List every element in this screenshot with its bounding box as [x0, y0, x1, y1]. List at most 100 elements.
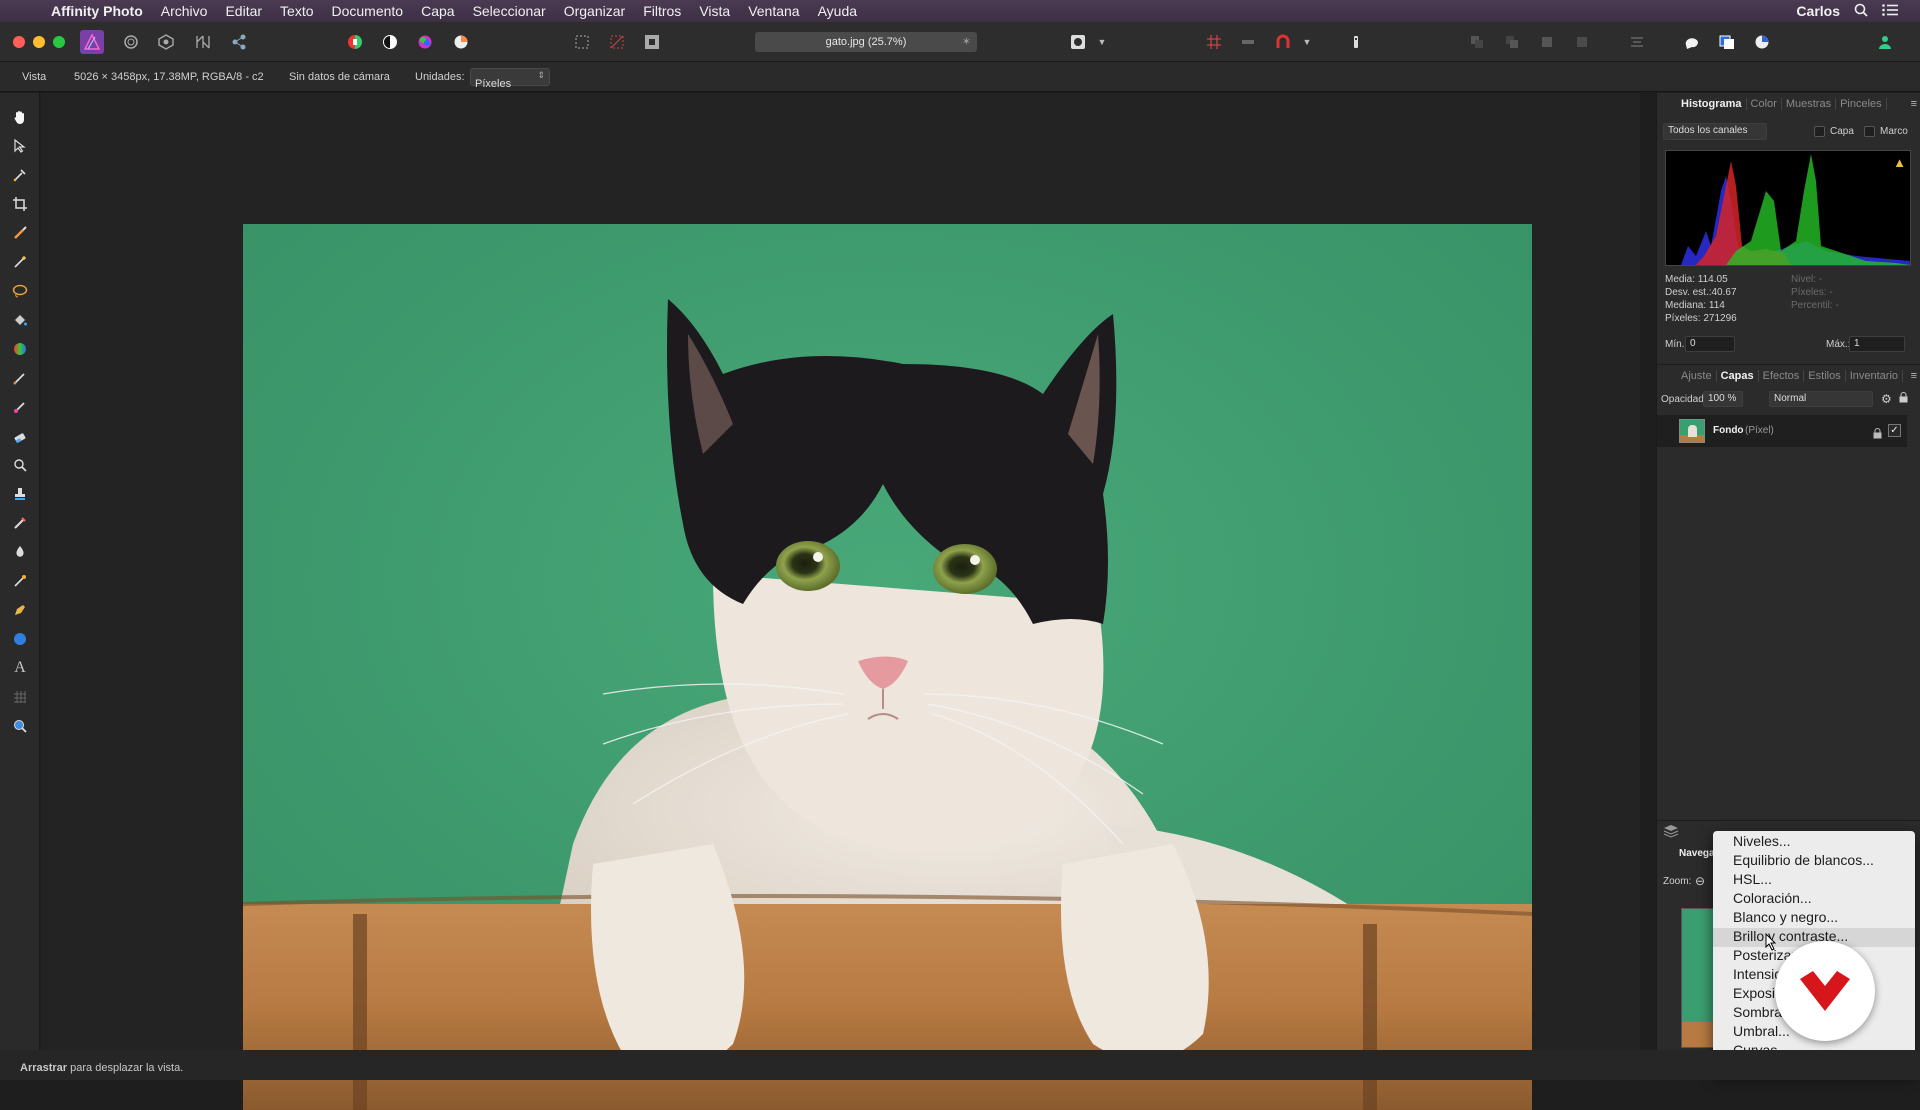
tab-capas[interactable]: Capas: [1717, 369, 1759, 382]
magnet-snapping-icon[interactable]: [1272, 31, 1294, 53]
close-window-button[interactable]: [13, 36, 25, 48]
minimize-window-button[interactable]: [33, 36, 45, 48]
arrange-backward-icon[interactable]: [1501, 31, 1523, 53]
paint-brush-tool-icon[interactable]: [9, 367, 31, 389]
menu-texto[interactable]: Texto: [271, 3, 322, 19]
gradient-tool-icon[interactable]: [9, 338, 31, 360]
capa-checkbox[interactable]: [1814, 126, 1825, 137]
auto-colors-icon[interactable]: [414, 31, 436, 53]
quick-mask-dropdown-icon[interactable]: ▼: [1095, 31, 1109, 53]
arrange-forward-icon[interactable]: [1536, 31, 1558, 53]
menu-item-niveles[interactable]: Niveles...: [1713, 833, 1915, 852]
tab-color[interactable]: Color: [1747, 98, 1782, 110]
tab-inventario[interactable]: Inventario: [1846, 369, 1904, 382]
units-select[interactable]: Píxeles ⇕: [470, 68, 550, 90]
tab-histograma[interactable]: Histograma: [1677, 98, 1747, 110]
opacity-input[interactable]: 100 %: [1703, 391, 1743, 407]
user-name[interactable]: Carlos: [1796, 3, 1840, 19]
assistant-icon[interactable]: [1345, 31, 1367, 53]
marco-checkbox[interactable]: [1864, 126, 1875, 137]
menu-vista[interactable]: Vista: [690, 3, 739, 19]
max-input[interactable]: 1: [1849, 336, 1905, 352]
canvas-area[interactable]: [41, 93, 1640, 1110]
menu-documento[interactable]: Documento: [323, 3, 413, 19]
tab-ajuste[interactable]: Ajuste: [1677, 369, 1717, 382]
layers-stack-icon[interactable]: [1663, 824, 1679, 843]
fill-tool-icon[interactable]: [9, 309, 31, 331]
auto-levels-icon[interactable]: [344, 31, 366, 53]
mesh-warp-tool-icon[interactable]: [9, 686, 31, 708]
smudge-brush-tool-icon[interactable]: [9, 570, 31, 592]
liquify-persona-icon[interactable]: [120, 31, 142, 53]
layer-visibility-checkbox[interactable]: ✓: [1888, 424, 1901, 437]
min-input[interactable]: 0: [1685, 336, 1735, 352]
healing-brush-tool-icon[interactable]: [9, 512, 31, 534]
app-menu[interactable]: Affinity Photo: [42, 3, 152, 19]
spotlight-search-icon[interactable]: [1854, 3, 1868, 20]
notification-center-icon[interactable]: [1882, 3, 1898, 19]
menu-item-equilibrio-blancos[interactable]: Equilibrio de blancos...: [1713, 852, 1915, 871]
layer-lock-icon[interactable]: [1873, 426, 1882, 444]
menu-archivo[interactable]: Archivo: [152, 3, 217, 19]
menu-filtros[interactable]: Filtros: [634, 3, 690, 19]
personas-studio-icon[interactable]: [1681, 31, 1703, 53]
menu-item-hsl[interactable]: HSL...: [1713, 871, 1915, 890]
text-tool-icon[interactable]: A: [9, 657, 31, 679]
close-document-icon[interactable]: ✶: [962, 35, 971, 48]
snapping-dropdown-icon[interactable]: ▼: [1300, 31, 1314, 53]
tab-muestras[interactable]: Muestras: [1782, 98, 1837, 110]
crop-tool-icon[interactable]: [9, 193, 31, 215]
align-icon[interactable]: [1626, 31, 1648, 53]
export-persona-icon[interactable]: [228, 31, 250, 53]
invert-selection-icon[interactable]: [641, 31, 663, 53]
auto-contrast-icon[interactable]: [379, 31, 401, 53]
snapping-icon[interactable]: [1203, 31, 1225, 53]
layers-menu-icon[interactable]: ≡: [1911, 370, 1917, 382]
color-picker-tool-icon[interactable]: [9, 164, 31, 186]
zoom-tool-icon[interactable]: [9, 715, 31, 737]
blend-mode-select[interactable]: Normal: [1769, 391, 1873, 407]
deselect-icon[interactable]: [606, 31, 628, 53]
lock-icon[interactable]: [1899, 392, 1908, 406]
user-account-icon[interactable]: [1874, 31, 1896, 53]
ellipse-shape-tool-icon[interactable]: [9, 628, 31, 650]
arrange-front-icon[interactable]: [1571, 31, 1593, 53]
auto-white-balance-icon[interactable]: [450, 31, 472, 53]
grid-toggle-icon[interactable]: [1237, 31, 1259, 53]
gear-icon[interactable]: ⚙: [1881, 392, 1892, 406]
tab-estilos[interactable]: Estilos: [1804, 369, 1846, 382]
channels-select[interactable]: Todos los canales: [1663, 123, 1767, 140]
zoom-window-button[interactable]: [53, 36, 65, 48]
layer-row-fondo[interactable]: Fondo (Píxel) ✓: [1657, 415, 1907, 447]
menu-ayuda[interactable]: Ayuda: [809, 3, 866, 19]
clone-brush-tool-icon[interactable]: [9, 483, 31, 505]
warning-icon[interactable]: ▲: [1893, 155, 1906, 170]
panel-menu-icon[interactable]: ≡: [1911, 98, 1917, 110]
zoom-out-icon[interactable]: ⊖: [1695, 874, 1705, 888]
selection-brush-tool-icon[interactable]: [9, 222, 31, 244]
tab-pinceles[interactable]: Pinceles: [1836, 98, 1887, 110]
macro-icon[interactable]: [1716, 31, 1738, 53]
quick-mask-icon[interactable]: [1067, 31, 1089, 53]
blur-brush-tool-icon[interactable]: [9, 541, 31, 563]
tab-efectos[interactable]: Efectos: [1759, 369, 1805, 382]
document-photo[interactable]: [243, 224, 1532, 1110]
develop-persona-icon[interactable]: [155, 31, 177, 53]
menu-ventana[interactable]: Ventana: [739, 3, 808, 19]
tone-mapping-persona-icon[interactable]: [192, 31, 214, 53]
arrange-back-icon[interactable]: [1466, 31, 1488, 53]
erase-brush-tool-icon[interactable]: [9, 425, 31, 447]
menu-capa[interactable]: Capa: [412, 3, 463, 19]
hand-tool-icon[interactable]: [9, 106, 31, 128]
dodge-brush-tool-icon[interactable]: [9, 454, 31, 476]
tab-navegador[interactable]: Navega: [1679, 848, 1715, 859]
freehand-selection-tool-icon[interactable]: [9, 280, 31, 302]
photo-persona-icon[interactable]: [80, 30, 104, 54]
menu-organizar[interactable]: Organizar: [555, 3, 634, 19]
color-replacement-brush-icon[interactable]: [9, 396, 31, 418]
menu-editar[interactable]: Editar: [216, 3, 271, 19]
menu-item-blanco-negro[interactable]: Blanco y negro...: [1713, 909, 1915, 928]
pen-tool-icon[interactable]: [9, 599, 31, 621]
menu-seleccionar[interactable]: Seleccionar: [464, 3, 555, 19]
menu-item-coloracion[interactable]: Coloración...: [1713, 890, 1915, 909]
